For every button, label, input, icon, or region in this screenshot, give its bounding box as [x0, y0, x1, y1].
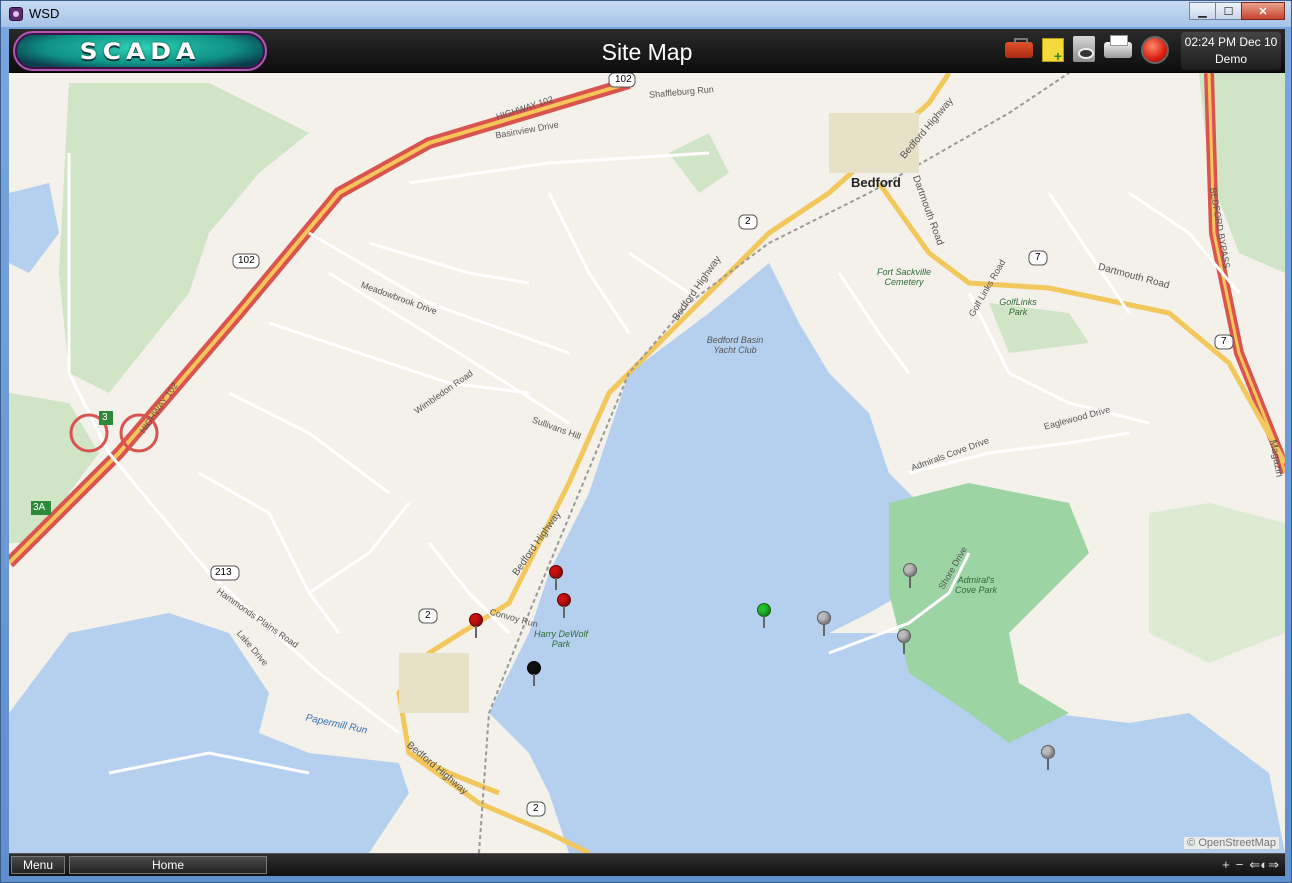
site-map[interactable]: 102 102 2 7 7 2 2 213 3 3A Bedford HIGHW… [9, 73, 1285, 853]
site-pin-red[interactable] [549, 565, 563, 591]
printer-icon[interactable] [1104, 35, 1132, 58]
site-pin-gray[interactable] [897, 629, 911, 655]
site-pin-gray[interactable] [817, 611, 831, 637]
place-label-fort-sackville-cemetery: Fort Sackville Cemetery [876, 267, 931, 287]
place-label-yacht-club: Bedford Basin Yacht Club [706, 335, 764, 355]
site-pin-red[interactable] [557, 593, 571, 619]
app-client-area: SCADA Site Map 02:24 PM Dec 10 Demo [9, 29, 1285, 876]
toolbox-icon[interactable] [1005, 38, 1033, 58]
place-label-admirals-cove-park: Admiral's Cove Park [954, 575, 998, 595]
built-area [399, 653, 469, 713]
clock-panel: 02:24 PM Dec 10 Demo [1181, 32, 1281, 70]
site-pin-black[interactable] [527, 661, 541, 687]
site-pin-green[interactable] [757, 603, 771, 629]
site-pin-red[interactable] [469, 613, 483, 639]
close-button[interactable]: ✕ [1241, 2, 1285, 20]
place-label-bedford: Bedford [851, 175, 901, 190]
map-zoom-controls: + − ⇐◐⇒ [1222, 857, 1279, 873]
route-shield-7: 7 [1221, 336, 1227, 347]
map-attribution[interactable]: © OpenStreetMap [1184, 837, 1279, 849]
built-area [829, 113, 919, 173]
app-header: SCADA Site Map 02:24 PM Dec 10 Demo [9, 29, 1285, 73]
alarm-bell-icon[interactable] [1141, 36, 1169, 64]
view-document-icon[interactable] [1073, 36, 1095, 62]
app-icon [9, 7, 23, 21]
route-shield-2: 2 [745, 216, 751, 227]
exit-3a-sign: 3A [33, 502, 46, 513]
exit-3-sign: 3 [102, 412, 108, 423]
park-area [59, 83, 309, 393]
home-button[interactable]: Home [69, 856, 267, 874]
route-shield-7: 7 [1035, 252, 1041, 263]
app-footer: Menu Home + − ⇐◐⇒ [9, 853, 1285, 876]
route-shield-213: 213 [215, 567, 232, 578]
application-window: WSD ▁ ☐ ✕ SCADA Site Map 02:24 PM Dec 10… [0, 0, 1292, 883]
site-pin-gray[interactable] [1041, 745, 1055, 771]
route-shield-2: 2 [533, 803, 539, 814]
park-area [1149, 503, 1285, 663]
zoom-in-icon[interactable]: + [1222, 857, 1230, 873]
place-label-harry-dewolf-park: Harry DeWolf Park [533, 629, 588, 649]
window-title: WSD [29, 6, 60, 21]
map-background [9, 73, 1285, 853]
park-area [669, 133, 729, 193]
clock-time: 02:24 PM Dec 10 [1184, 35, 1278, 49]
creek-water [9, 183, 59, 273]
place-label-golflinks-park: GolfLinks Park [999, 297, 1037, 317]
pan-control-icon[interactable]: ⇐◐⇒ [1249, 857, 1279, 873]
maximize-button[interactable]: ☐ [1215, 2, 1242, 20]
route-shield-102: 102 [615, 74, 632, 85]
menu-button[interactable]: Menu [11, 856, 65, 874]
route-shield-2: 2 [425, 610, 431, 621]
route-shield-102: 102 [238, 255, 255, 266]
current-user: Demo [1214, 52, 1247, 66]
sticky-note-icon[interactable] [1042, 38, 1064, 64]
window-titlebar[interactable]: WSD ▁ ☐ ✕ [1, 1, 1291, 27]
minimize-button[interactable]: ▁ [1189, 2, 1216, 20]
site-pin-gray[interactable] [903, 563, 917, 589]
zoom-out-icon[interactable]: − [1236, 857, 1244, 873]
